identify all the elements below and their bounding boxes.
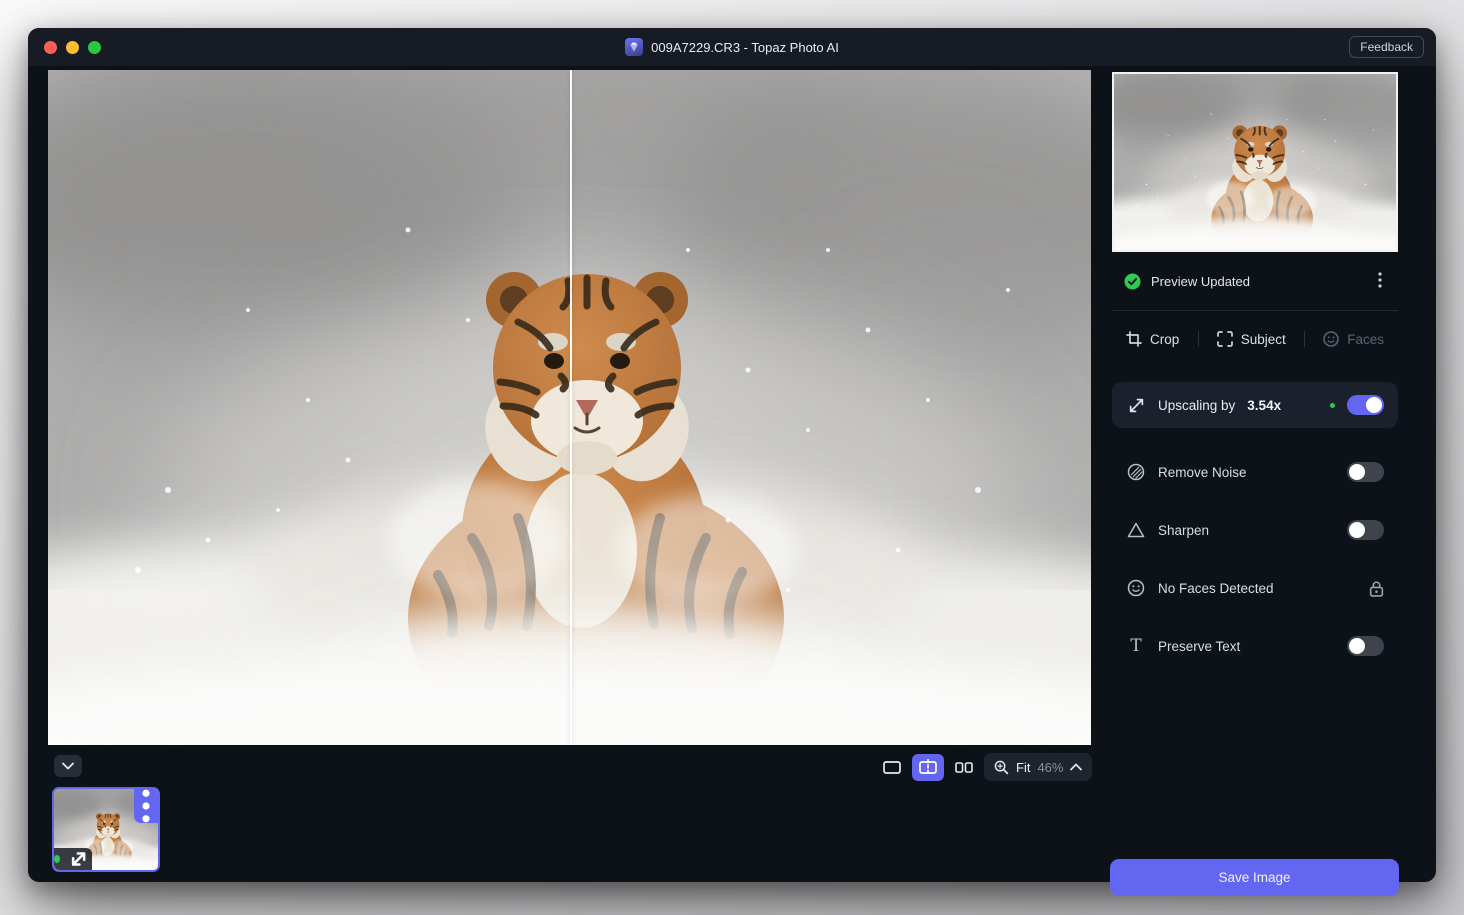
subject-label: Subject bbox=[1241, 332, 1286, 347]
preview-status-row: Preview Updated bbox=[1112, 266, 1398, 296]
sharpen-label: Sharpen bbox=[1158, 523, 1209, 538]
crop-icon bbox=[1126, 331, 1142, 347]
edit-tools-row: Crop Subject Faces bbox=[1112, 322, 1398, 356]
navigator-image bbox=[1114, 74, 1396, 250]
comparison-split-handle[interactable] bbox=[570, 70, 572, 745]
view-mode-controls bbox=[876, 754, 980, 781]
check-circle-icon bbox=[1124, 273, 1141, 290]
sharpen-triangle-icon bbox=[1126, 522, 1146, 538]
upscaling-card[interactable]: Upscaling by 3.54x bbox=[1112, 382, 1398, 428]
thumbnail-menu-button[interactable] bbox=[134, 789, 158, 823]
zoom-window-button[interactable] bbox=[88, 41, 101, 54]
tools-divider bbox=[1304, 331, 1305, 347]
image-canvas[interactable] bbox=[48, 70, 1091, 745]
preserve-text-row[interactable]: T Preserve Text bbox=[1112, 626, 1398, 666]
upscaling-toggle[interactable] bbox=[1347, 395, 1384, 415]
remove-noise-row[interactable]: Remove Noise bbox=[1112, 452, 1398, 492]
face-recovery-row[interactable]: No Faces Detected bbox=[1112, 568, 1398, 608]
lock-icon bbox=[1369, 580, 1384, 597]
view-single-button[interactable] bbox=[876, 754, 908, 781]
face-icon bbox=[1126, 579, 1146, 597]
right-panel: Preview Updated Crop Subject Faces bbox=[1110, 70, 1400, 882]
close-window-button[interactable] bbox=[44, 41, 57, 54]
feedback-button[interactable]: Feedback bbox=[1349, 36, 1424, 58]
tools-divider bbox=[1198, 331, 1199, 347]
navigator-preview[interactable] bbox=[1112, 72, 1398, 252]
preserve-text-toggle[interactable] bbox=[1347, 636, 1384, 656]
crop-label: Crop bbox=[1150, 332, 1179, 347]
thumbnail-status-badge bbox=[54, 848, 92, 870]
ellipsis-vertical-icon bbox=[1378, 272, 1382, 288]
zoom-fit-label: Fit bbox=[1016, 760, 1030, 775]
sharpen-row[interactable]: Sharpen bbox=[1112, 510, 1398, 550]
side-by-side-view-icon bbox=[955, 761, 973, 774]
faces-label: Faces bbox=[1347, 332, 1384, 347]
chevron-down-icon bbox=[62, 762, 74, 770]
window-title-group: 009A7229.CR3 - Topaz Photo AI bbox=[28, 28, 1436, 66]
subject-button[interactable]: Subject bbox=[1217, 331, 1286, 347]
filmstrip-collapse-button[interactable] bbox=[54, 755, 82, 777]
view-side-by-side-button[interactable] bbox=[948, 754, 980, 781]
upscale-arrows-icon bbox=[1126, 397, 1146, 414]
processed-dot-icon bbox=[54, 855, 60, 863]
upscaling-label: Upscaling by bbox=[1158, 398, 1235, 413]
crop-button[interactable]: Crop bbox=[1126, 331, 1179, 347]
text-icon: T bbox=[1126, 638, 1146, 655]
zoom-percent-value: 46% bbox=[1037, 760, 1063, 775]
face-icon bbox=[1323, 331, 1339, 347]
faces-button[interactable]: Faces bbox=[1323, 331, 1384, 347]
app-logo-icon bbox=[625, 38, 643, 56]
chevron-up-icon bbox=[1070, 763, 1082, 771]
titlebar: 009A7229.CR3 - Topaz Photo AI Feedback bbox=[28, 28, 1436, 66]
upscaling-value: 3.54x bbox=[1247, 398, 1281, 413]
filmstrip-thumbnail[interactable] bbox=[52, 787, 160, 872]
remove-noise-toggle[interactable] bbox=[1347, 462, 1384, 482]
view-split-button[interactable] bbox=[912, 754, 944, 781]
sharpen-toggle[interactable] bbox=[1347, 520, 1384, 540]
denoise-icon bbox=[1126, 463, 1146, 481]
window-title: 009A7229.CR3 - Topaz Photo AI bbox=[651, 40, 839, 55]
minimize-window-button[interactable] bbox=[66, 41, 79, 54]
subject-select-icon bbox=[1217, 331, 1233, 347]
single-view-icon bbox=[883, 761, 901, 774]
face-recovery-label: No Faces Detected bbox=[1158, 581, 1274, 596]
app-window: 009A7229.CR3 - Topaz Photo AI Feedback bbox=[28, 28, 1436, 882]
zoom-control[interactable]: Fit 46% bbox=[984, 753, 1092, 781]
preserve-text-label: Preserve Text bbox=[1158, 639, 1240, 654]
remove-noise-label: Remove Noise bbox=[1158, 465, 1247, 480]
upscaling-active-dot-icon bbox=[1330, 403, 1335, 408]
magnifier-icon bbox=[994, 760, 1009, 775]
preview-status-label: Preview Updated bbox=[1151, 274, 1364, 289]
panel-divider bbox=[1112, 310, 1398, 311]
upscale-arrows-icon bbox=[65, 848, 92, 870]
preview-menu-button[interactable] bbox=[1374, 270, 1386, 293]
save-image-button[interactable]: Save Image bbox=[1110, 859, 1399, 896]
traffic-lights bbox=[44, 41, 101, 54]
ellipsis-vertical-icon bbox=[134, 789, 158, 823]
split-view-icon bbox=[919, 759, 937, 776]
